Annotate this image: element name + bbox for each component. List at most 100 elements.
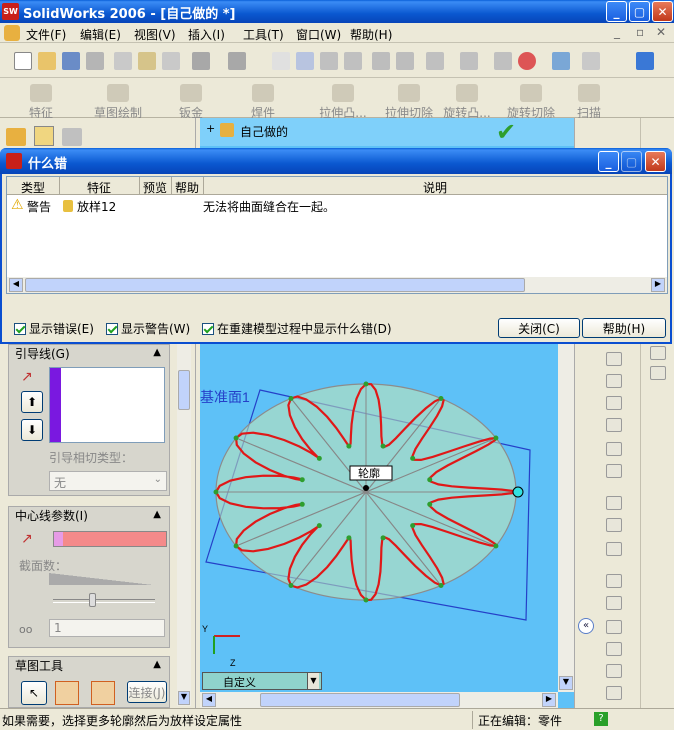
guide-select-icon[interactable]: ↗ (21, 369, 41, 385)
right-tool-icon-6[interactable] (606, 464, 622, 478)
cmd-weldments[interactable]: 焊件 (240, 84, 286, 121)
col-preview[interactable]: 预览 (143, 179, 167, 196)
right-tool-icon-3[interactable] (606, 396, 622, 410)
right-tool-icon-5[interactable] (606, 442, 622, 456)
slider-thumb[interactable] (89, 593, 96, 607)
table-hscrollbar[interactable]: ◀ ▶ (7, 277, 667, 293)
move-down-button[interactable]: ⬇ (21, 419, 43, 441)
menu-window[interactable]: 窗口(W) (296, 26, 341, 43)
right-tool-icon-13[interactable] (606, 642, 622, 656)
expand-icon[interactable]: + (206, 122, 215, 135)
menu-view[interactable]: 视图(V) (134, 26, 176, 43)
doc-restore-icon[interactable]: ▫ (636, 25, 644, 39)
show-on-rebuild-checkbox[interactable]: 在重建模型过程中显示什么错(D) (202, 320, 392, 337)
cmd-sweep[interactable]: 扫描 (566, 84, 612, 121)
right-tool-icon-10[interactable] (606, 574, 622, 588)
drag-tool-icon[interactable] (55, 681, 79, 705)
paste-icon[interactable] (138, 52, 156, 70)
menu-edit[interactable]: 编辑(E) (80, 26, 121, 43)
doc-close-icon[interactable]: ✕ (656, 25, 666, 39)
feature-icon[interactable] (460, 52, 478, 70)
cmd-feature[interactable]: 特征 (18, 84, 64, 121)
config-icon[interactable] (494, 52, 512, 70)
close-button[interactable]: ✕ (652, 1, 673, 22)
table-row[interactable]: ⚠ 警告 放样12 无法将曲面缝合在一起。 (7, 197, 667, 215)
show-warnings-checkbox[interactable]: 显示警告(W) (106, 320, 190, 337)
viewport-vscrollbar[interactable]: ▼ (558, 340, 574, 692)
config-manager-tab-icon[interactable] (62, 128, 82, 146)
redo-icon[interactable] (228, 52, 246, 70)
viewport-hscrollbar[interactable]: ◀ ▶ (200, 692, 558, 708)
cmd-revolve-boss[interactable]: 旋转凸... (436, 84, 498, 121)
col-feature[interactable]: 特征 (87, 179, 111, 196)
menu-help[interactable]: 帮助(H) (350, 26, 392, 43)
cut-icon[interactable] (114, 52, 132, 70)
undo-icon[interactable] (192, 52, 210, 70)
dialog-maximize-button[interactable]: ▢ (621, 151, 642, 172)
help-status-icon[interactable]: ? (594, 712, 608, 726)
drag-tool2-icon[interactable] (91, 681, 115, 705)
right-tool-icon-4[interactable] (606, 418, 622, 432)
open-icon[interactable] (38, 52, 56, 70)
centerline-select-icon[interactable]: ↗ (21, 531, 41, 547)
sketch-tools-header[interactable]: 草图工具 ▲ (9, 657, 169, 675)
menu-insert[interactable]: 插入(I) (188, 26, 225, 43)
tangent-type-select[interactable]: 无 ⌄ (49, 471, 167, 491)
dialog-minimize-button[interactable]: _ (598, 151, 619, 172)
copy-icon[interactable] (162, 52, 180, 70)
centerline-header[interactable]: 中心线参数(I) ▲ (9, 507, 169, 525)
cmd-extrude-cut[interactable]: 拉伸切除 (378, 84, 440, 121)
right-tool-icon-16[interactable] (650, 346, 666, 360)
cmd-revolve-cut[interactable]: 旋转切除 (500, 84, 562, 121)
solidworks-resources-icon[interactable] (518, 52, 536, 70)
options-icon[interactable] (396, 52, 414, 70)
feature-manager-tab-icon[interactable] (6, 128, 26, 146)
confirm-icon[interactable]: ✔ (496, 118, 516, 146)
model-view[interactable]: 基准面1 轮廓 Y Z (200, 340, 574, 706)
dialog-close-button[interactable]: ✕ (645, 151, 666, 172)
view-orient-icon[interactable] (636, 52, 654, 70)
select-tool-button[interactable]: ↖ (21, 681, 47, 705)
menu-tools[interactable]: 工具(T) (243, 26, 284, 43)
print-icon[interactable] (86, 52, 104, 70)
cmd-extrude-boss[interactable]: 拉伸凸... (312, 84, 374, 121)
property-manager-tab-icon[interactable] (34, 126, 54, 146)
right-tool-icon-8[interactable] (606, 518, 622, 532)
right-tool-icon-11[interactable] (606, 596, 622, 610)
cmd-sheetmetal[interactable]: 钣金 (168, 84, 214, 121)
section-count-input[interactable]: 1 (49, 619, 165, 637)
view-select[interactable]: 自定义 ▼ (202, 672, 322, 690)
section-slider[interactable] (53, 593, 155, 607)
maximize-button[interactable]: ▢ (629, 1, 650, 22)
grid-icon[interactable] (372, 52, 390, 70)
col-help[interactable]: 帮助 (175, 179, 199, 196)
zoom-area-icon[interactable] (582, 52, 600, 70)
show-errors-checkbox[interactable]: 显示错误(E) (14, 320, 94, 337)
cmd-sketch[interactable]: 草图绘制 (88, 84, 148, 121)
dialog-close-text-button[interactable]: 关闭(C) (498, 318, 580, 338)
col-description[interactable]: 说明 (423, 179, 447, 196)
rebuild-icon[interactable] (344, 52, 362, 70)
doc-minimize-icon[interactable]: _ (614, 25, 620, 39)
dialog-help-button[interactable]: 帮助(H) (582, 318, 666, 338)
right-tool-icon-7[interactable] (606, 496, 622, 510)
right-tool-icon-14[interactable] (606, 664, 622, 678)
minimize-button[interactable]: _ (606, 1, 627, 22)
sketch-icon[interactable] (320, 52, 338, 70)
zoom-fit-icon[interactable] (552, 52, 570, 70)
guide-curves-header[interactable]: 引导线(G) ▲ (9, 345, 169, 363)
measure-icon[interactable] (426, 52, 444, 70)
right-tool-icon-17[interactable] (650, 366, 666, 380)
filter-icon[interactable] (296, 52, 314, 70)
col-type[interactable]: 类型 (21, 179, 45, 196)
handle-point[interactable] (512, 486, 524, 498)
select-icon[interactable] (272, 52, 290, 70)
right-tool-icon-15[interactable] (606, 686, 622, 700)
guide-list-box[interactable] (49, 367, 165, 443)
collapse-pane-icon[interactable]: « (578, 618, 594, 634)
tree-root-label[interactable]: 自己做的 (240, 123, 288, 140)
connect-button[interactable]: 连接(J) (127, 681, 167, 703)
right-tool-icon-9[interactable] (606, 542, 622, 556)
centerline-field[interactable] (53, 531, 167, 547)
move-up-button[interactable]: ⬆ (21, 391, 43, 413)
